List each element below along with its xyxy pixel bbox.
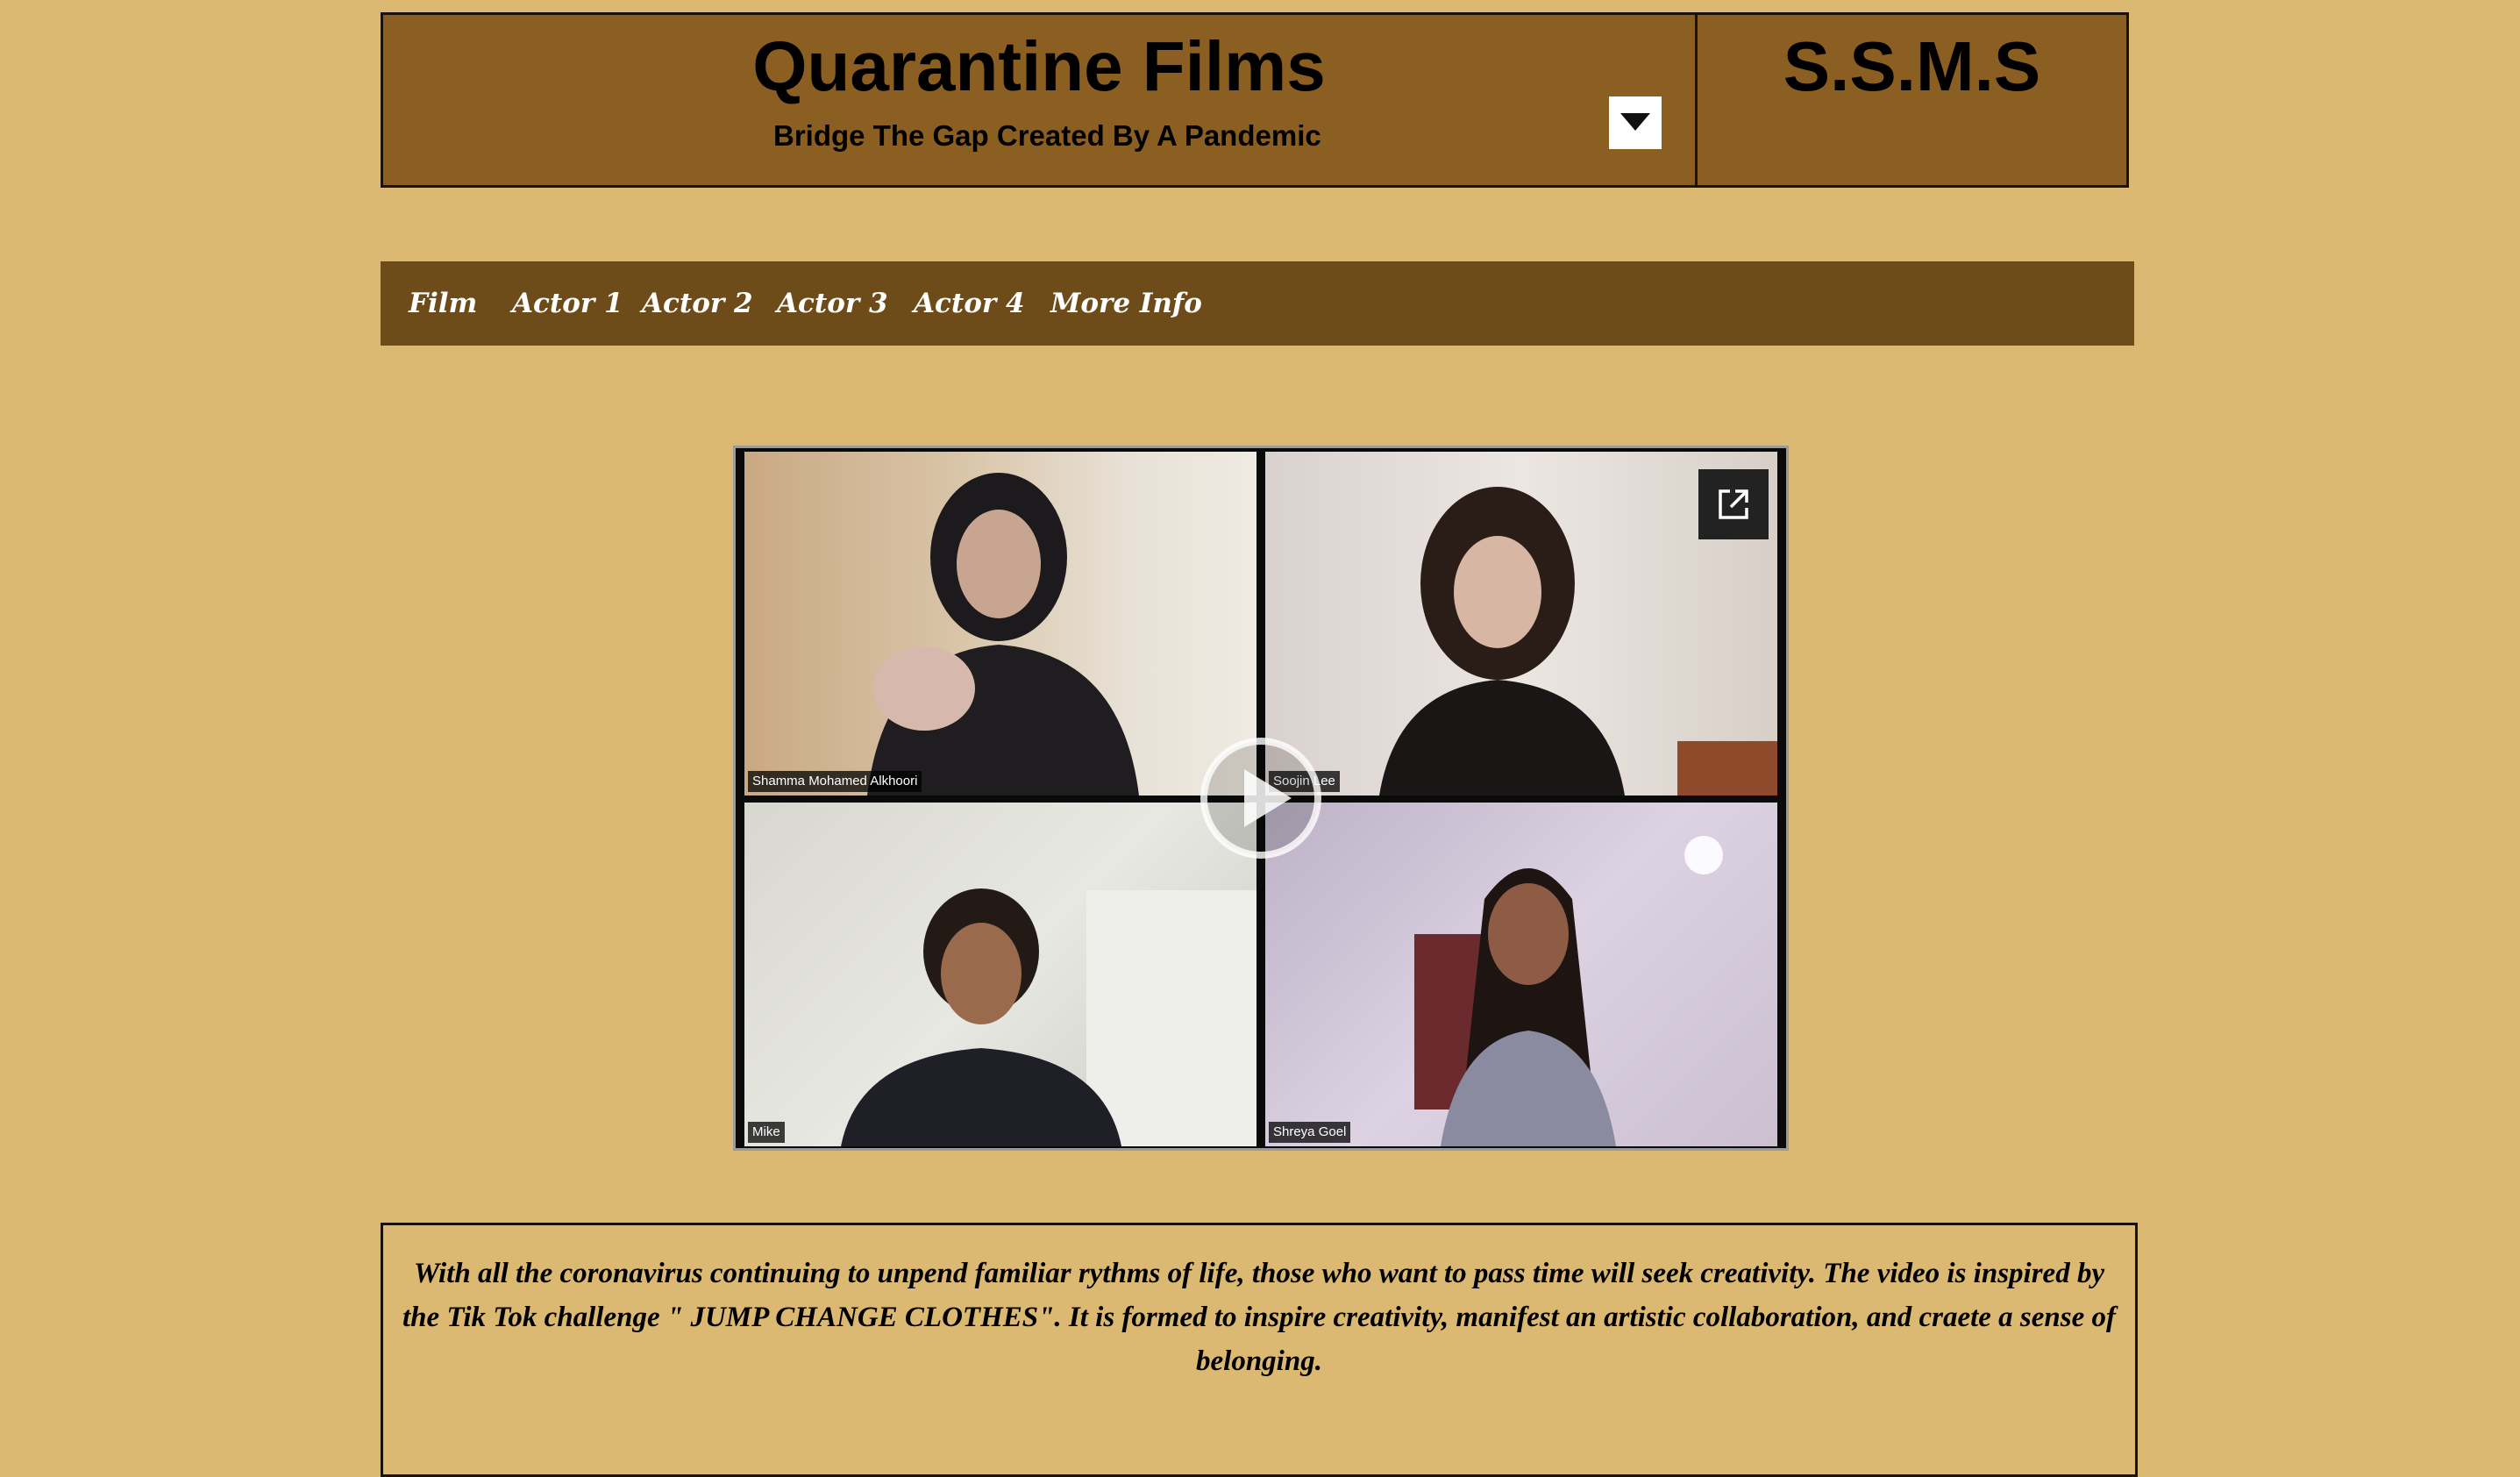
nav-item-more-info[interactable]: More Info xyxy=(1050,261,1202,346)
description-text: With all the coronavirus continuing to u… xyxy=(402,1258,2116,1377)
participant-name: Shreya Goel xyxy=(1269,1122,1351,1143)
nav-item-actor-4[interactable]: Actor 4 xyxy=(914,261,1025,346)
brand-title: S.S.M.S xyxy=(1783,27,2041,105)
participant-name: Mike xyxy=(748,1122,785,1143)
main-nav: Film Actor 1 Actor 2 Actor 3 Actor 4 Mor… xyxy=(381,261,2134,346)
open-external-button[interactable] xyxy=(1698,469,1769,539)
participant-silhouette xyxy=(867,473,1139,796)
site-subtitle: Bridge The Gap Created By A Pandemic xyxy=(773,119,1321,152)
brand-panel: S.S.M.S xyxy=(1698,12,2129,188)
participant-name: Shamma Mohamed Alkhoori xyxy=(748,771,922,792)
external-link-icon xyxy=(1719,489,1748,519)
nav-item-actor-1[interactable]: Actor 1 xyxy=(512,261,623,346)
participant-silhouette xyxy=(1414,836,1723,1146)
participant-silhouette xyxy=(841,888,1256,1146)
video-player[interactable]: Shamma Mohamed Alkhoori Soojin Lee Mike … xyxy=(733,446,1789,1151)
caret-down-icon xyxy=(1620,113,1650,131)
nav-item-actor-2[interactable]: Actor 2 xyxy=(642,261,753,346)
video-tile: Shamma Mohamed Alkhoori xyxy=(744,452,1256,796)
video-tile: Shreya Goel xyxy=(1265,803,1777,1146)
description-box: With all the coronavirus continuing to u… xyxy=(381,1223,2138,1477)
site-header: Quarantine Films Bridge The Gap Created … xyxy=(381,12,1698,188)
site-title: Quarantine Films xyxy=(752,27,1326,105)
nav-item-actor-3[interactable]: Actor 3 xyxy=(777,261,888,346)
video-tile: Mike xyxy=(744,803,1256,1146)
dropdown-button[interactable] xyxy=(1609,96,1662,149)
nav-item-film[interactable]: Film xyxy=(409,261,477,346)
play-icon xyxy=(1200,738,1321,859)
play-button[interactable] xyxy=(1199,736,1323,860)
